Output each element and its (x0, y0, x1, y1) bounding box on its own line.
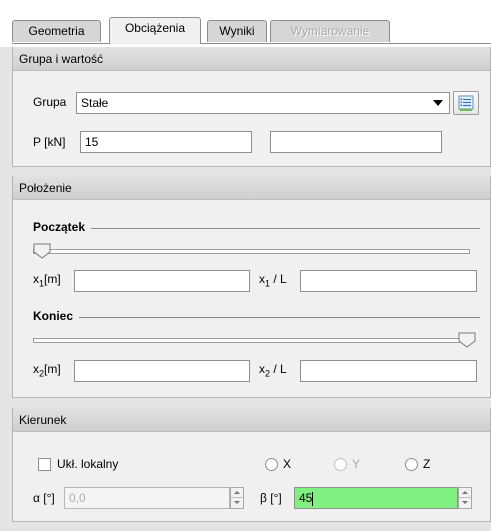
local-coords-label: Ukł. lokalny (57, 457, 119, 471)
text-caret (312, 491, 314, 506)
start-slider-thumb[interactable] (33, 243, 51, 259)
x2-over-l-label: x2 / L (259, 362, 287, 379)
x1-label: x1[m] (33, 272, 61, 289)
radio-z[interactable] (405, 458, 418, 471)
position-panel: Położenie Początek x1[m] x1 / L Koniec x… (12, 176, 491, 398)
beta-label: β [°] (260, 491, 282, 505)
tab-bar: Geometria Obciążenia Wyniki Wymiarowanie (0, 0, 491, 47)
x1-over-l-input[interactable] (300, 270, 477, 292)
alpha-label: α [°] (33, 491, 55, 505)
panel-title: Kierunek (13, 408, 490, 432)
radio-x-label: X (283, 457, 292, 471)
x1-over-l-label: x1 / L (259, 272, 287, 289)
spin-down-icon[interactable] (459, 498, 471, 508)
group-select[interactable]: Stałe (76, 92, 450, 114)
spin-down-icon (231, 498, 243, 508)
end-separator (33, 317, 480, 318)
tab-obciazenia[interactable]: Obciążenia (109, 17, 201, 44)
start-separator (33, 228, 480, 229)
p-extra-input[interactable] (270, 131, 442, 153)
alpha-spinner (230, 487, 244, 509)
group-value-panel: Grupa i wartość Grupa Stałe P [kN] 15 (12, 47, 491, 167)
group-select-value: Stałe (81, 96, 109, 110)
x2-over-l-input[interactable] (300, 360, 477, 382)
radio-y (334, 458, 347, 471)
list-icon (458, 95, 474, 111)
p-label: P [kN] (33, 135, 66, 149)
chevron-down-icon (433, 100, 443, 106)
start-title: Początek (33, 220, 92, 234)
p-input[interactable]: 15 (80, 131, 252, 153)
tab-geometria[interactable]: Geometria (12, 20, 101, 42)
radio-y-label: Y (352, 457, 361, 471)
alpha-input: 0,0 (64, 487, 230, 509)
panel-title: Grupa i wartość (13, 47, 490, 71)
x2-label: x2[m] (33, 362, 61, 379)
end-slider-thumb[interactable] (458, 332, 476, 348)
radio-z-label: Z (423, 457, 431, 471)
start-slider-track[interactable] (33, 249, 470, 254)
beta-input[interactable]: 45 (294, 487, 458, 509)
tab-wymiarowanie: Wymiarowanie (270, 20, 390, 42)
local-coords-checkbox[interactable] (38, 458, 51, 471)
group-label: Grupa (33, 95, 67, 109)
spin-up-icon[interactable] (459, 488, 471, 498)
spin-up-icon (231, 488, 243, 498)
end-title: Koniec (33, 309, 80, 323)
end-slider-track[interactable] (33, 338, 470, 343)
x2-input[interactable] (74, 360, 250, 382)
radio-x[interactable] (265, 458, 278, 471)
tab-wyniki[interactable]: Wyniki (207, 20, 267, 42)
beta-spinner[interactable] (458, 487, 472, 509)
beta-value: 45 (299, 491, 313, 505)
x1-input[interactable] (74, 270, 250, 292)
list-edit-button[interactable] (453, 91, 479, 115)
panel-title: Położenie (13, 176, 490, 200)
tab-divider (12, 43, 491, 44)
direction-panel: Kierunek Ukł. lokalny X Y Z α [°] 0,0 β … (12, 408, 491, 522)
